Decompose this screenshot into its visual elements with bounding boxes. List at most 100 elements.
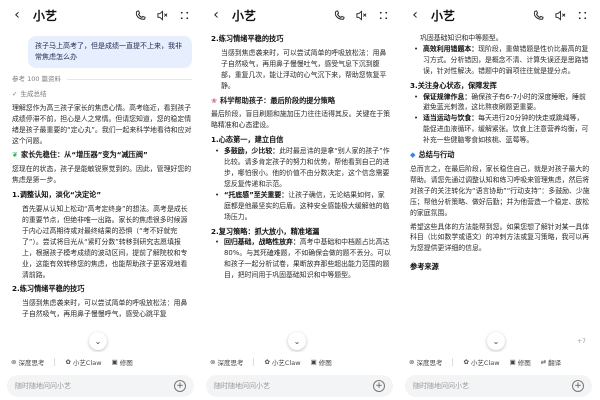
- deep-think-label: 深度思考: [18, 359, 45, 367]
- photo-edit-button[interactable]: ▣ 修图: [311, 357, 332, 367]
- bullet-title: 保证规律作息：: [423, 92, 472, 101]
- claw-icon: ✿: [463, 358, 469, 366]
- subheading-1: 1.调整认知，淡化“决定论”: [12, 190, 102, 200]
- subheading-2: 2.练习情绪平稳的技巧: [12, 284, 85, 294]
- message-input[interactable]: 随时随地问问小艺 +: [7, 375, 194, 397]
- section-heading-science: ❀ 科学帮助孩子：最后阶段的提分策略: [211, 96, 391, 107]
- bullet-title: 回归基础，战略性放弃：: [224, 238, 300, 247]
- app-title: 小艺: [431, 8, 456, 23]
- more-options-icon[interactable]: [178, 9, 190, 21]
- list-item: • 高效利用错题本：现阶段，重做错题是性价比最高的复习方式。分析错因，是概念不清、…: [414, 44, 589, 75]
- user-message-bubble: 孩子马上高考了，但是成绩一直提不上来，我非常焦虑怎么办: [28, 36, 192, 68]
- subheading-2: 2.练习情绪平稳的技巧: [211, 34, 284, 43]
- translate-button[interactable]: ⇄ 翻译: [541, 357, 561, 367]
- subheading-review: 2.复习策略：抓大放小，精准堵漏: [211, 226, 320, 236]
- scroll-down-button[interactable]: ⌄: [89, 332, 107, 350]
- chat-content: 孩子马上高考了，但是成绩一直提不上来，我非常焦虑怎么办 参考 100 篇资料 ✓…: [3, 30, 198, 352]
- section-intro: 最后阶段，盲目刷题和施加压力往往适得其反。关键在于策略精准和心态建设。: [211, 110, 391, 130]
- back-arrow-icon[interactable]: ‹: [11, 7, 23, 23]
- subheading-2-body: 当感到焦虑袭来时，可以尝试简单的呼吸放松法：用鼻子自然吸气，再用鼻子慢慢呼气，感…: [22, 299, 188, 319]
- brain-icon: ❀: [211, 95, 218, 105]
- image-icon: ▣: [111, 358, 118, 366]
- bullet-title: 多鼓励，少比较：: [224, 147, 280, 156]
- translate-label: 翻译: [548, 359, 562, 367]
- bullet-title: 适当运动与饮食：: [423, 114, 479, 123]
- phone-call-icon[interactable]: [532, 9, 544, 21]
- summary-heading: ◆ 总结与行动: [410, 150, 590, 161]
- photo-edit-button[interactable]: ▣ 修图: [510, 357, 531, 367]
- references-heading: 参考来源: [410, 262, 439, 272]
- more-options-icon[interactable]: [377, 9, 389, 21]
- app-title: 小艺: [232, 8, 257, 23]
- continued-text: 巩固基础知识和中等题型。: [420, 34, 503, 42]
- deep-think-button[interactable]: ⊚ 深度思考: [409, 357, 442, 367]
- phone-panel-3: ‹ 小艺 巩固基础知识和中等题型。 • 高效利用错题本：现阶段，重做错题是性价比最…: [401, 0, 596, 400]
- photo-edit-label: 修图: [318, 359, 332, 367]
- claw-button[interactable]: ✿ 小艺Claw: [264, 357, 300, 367]
- mute-speaker-icon[interactable]: [355, 9, 367, 21]
- app-title: 小艺: [33, 8, 58, 23]
- screenshot-stage: ‹ 小艺 孩子马上高考了，但是成绩一直提不上来，我非常焦虑怎么办 参考 100 …: [0, 0, 600, 400]
- subheading-1-body: 首先要从认知上松动“高考定终身”的想法。高考是成长的重要节点，但绝非唯一出路。家…: [22, 205, 188, 279]
- list-item: • 回归基础，战略性放弃：高考中基础和中档题占比高达80%。与其死磕难题，不如确保…: [215, 238, 391, 280]
- back-arrow-icon[interactable]: ‹: [409, 7, 421, 23]
- closing-text: 希望这些具体的方法能帮到您。如果您想了解针对某一具体科目（比如数学或语文）的冲刺…: [410, 222, 590, 253]
- scroll-down-button[interactable]: ⌄: [288, 332, 306, 350]
- photo-edit-button[interactable]: ▣ 修图: [112, 357, 133, 367]
- claw-label: 小艺Claw: [271, 359, 301, 367]
- subheading-2-body: 当感到焦虑袭来时，可以尝试简单的呼吸放松法：用鼻子自然吸气，再用鼻子慢慢吐气，感…: [221, 48, 387, 90]
- message-input[interactable]: 随时随地问问小艺 +: [405, 375, 592, 397]
- section-intro: 您现在的状态，孩子是能敏锐察觉到的。因此，管理好您的焦虑是第一步。: [12, 165, 192, 185]
- phone-panel-2: ‹ 小艺 2.练习情绪平稳的技巧 当感到焦虑袭来时，可以尝试简单的呼吸放松法：用…: [202, 0, 397, 400]
- translate-icon: ⇄: [540, 358, 547, 366]
- section-heading-parent: ❦ 家长先稳住：从“增压器”变为“减压阀”: [12, 150, 192, 161]
- references-count[interactable]: +7: [577, 338, 586, 345]
- deep-think-icon: ⊚: [11, 358, 17, 366]
- image-icon: ▣: [310, 358, 317, 366]
- toolbar-divider: [452, 358, 454, 366]
- input-placeholder: 随时随地问问小艺: [413, 382, 469, 390]
- subheading-health: 3.关注身心状态，保障发挥: [410, 80, 497, 90]
- reference-count-line[interactable]: 参考 100 篇资料: [12, 74, 192, 85]
- add-icon[interactable]: +: [174, 380, 186, 392]
- summary-body: 总而言之，在最后阶段，家长稳住自己，就是对孩子最大的帮助。请您先通过调整认知和练…: [410, 164, 590, 217]
- chat-content: 2.练习情绪平稳的技巧 当感到焦虑袭来时，可以尝试简单的呼吸放松法：用鼻子自然吸…: [202, 30, 397, 352]
- claw-button[interactable]: ✿ 小艺Claw: [463, 357, 499, 367]
- toolbar-divider: [54, 358, 56, 366]
- photo-edit-label: 修图: [119, 359, 133, 367]
- feature-toolbar: ⊚ 深度思考 ✿ 小艺Claw ▣ 修图 ⇄ 翻译: [401, 352, 596, 372]
- chevron-down-icon: ⌄: [492, 336, 500, 346]
- chat-content: 巩固基础知识和中等题型。 • 高效利用错题本：现阶段，重做错题是性价比最高的复习方…: [401, 30, 596, 352]
- thinking-label: 生成总结: [20, 89, 47, 98]
- deep-think-label: 深度思考: [416, 359, 443, 367]
- deep-think-button[interactable]: ⊚ 深度思考: [210, 357, 243, 367]
- deep-think-button[interactable]: ⊚ 深度思考: [11, 357, 44, 367]
- more-options-icon[interactable]: [576, 9, 588, 21]
- thinking-status[interactable]: ✓ 生成总结: [12, 89, 192, 100]
- image-icon: ▣: [509, 358, 516, 366]
- photo-edit-label: 修图: [517, 359, 531, 367]
- phone-panel-1: ‹ 小艺 孩子马上高考了，但是成绩一直提不上来，我非常焦虑怎么办 参考 100 …: [3, 0, 198, 400]
- feature-toolbar: ⊚ 深度思考 ✿ 小艺Claw ▣ 修图: [3, 352, 198, 372]
- deep-think-icon: ⊚: [409, 358, 415, 366]
- diamond-icon: ◆: [410, 150, 416, 160]
- deep-think-label: 深度思考: [217, 359, 244, 367]
- phone-call-icon[interactable]: [134, 9, 146, 21]
- phone-call-icon[interactable]: [333, 9, 345, 21]
- chat-header: ‹ 小艺: [401, 0, 596, 30]
- reference-count-label: 参考 100 篇资料: [12, 75, 62, 83]
- list-item: • 保证规律作息：确保孩子有6-7小时的深度睡眠，睡前避免蓝光刺激，这比熬夜刷题更…: [414, 92, 586, 112]
- answer-intro: 理解您作为高三孩子家长的焦虑心情。高考临近，看到孩子成绩停滞不前，担心是人之常情…: [12, 103, 192, 145]
- add-icon[interactable]: +: [373, 380, 385, 392]
- mute-speaker-icon[interactable]: [156, 9, 168, 21]
- bullet-title: 高效利用错题本：: [423, 44, 479, 53]
- message-input[interactable]: 随时随地问问小艺 +: [206, 375, 393, 397]
- toolbar-divider: [253, 358, 255, 366]
- scroll-down-button[interactable]: ⌄: [487, 332, 505, 350]
- mute-speaker-icon[interactable]: [554, 9, 566, 21]
- chevron-down-icon: ⌄: [293, 336, 301, 346]
- claw-icon: ✿: [65, 358, 71, 366]
- claw-button[interactable]: ✿ 小艺Claw: [65, 357, 101, 367]
- add-icon[interactable]: +: [572, 380, 584, 392]
- back-arrow-icon[interactable]: ‹: [210, 7, 222, 23]
